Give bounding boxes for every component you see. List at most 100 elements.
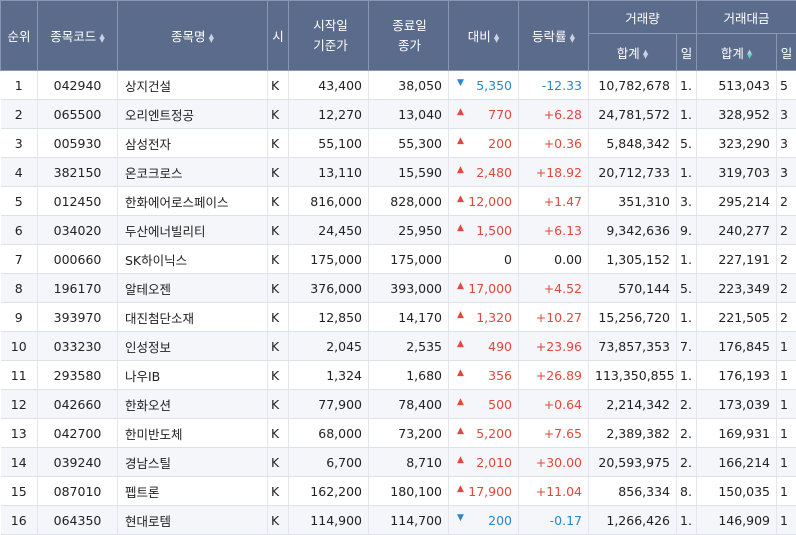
- code-cell-value: 087010: [54, 484, 102, 499]
- name-cell-value: 한미반도체: [125, 427, 183, 442]
- volume-cell: 856,334: [589, 477, 677, 506]
- volume-sub-cell: 1.: [677, 158, 697, 187]
- name-cell-value: SK하이닉스: [125, 253, 187, 268]
- change-cell-value: 1,500: [476, 223, 512, 238]
- volume-cell: 24,781,572: [589, 100, 677, 129]
- amount-cell-value: 295,214: [718, 194, 770, 209]
- header-change-label: 대비: [468, 29, 491, 44]
- header-market[interactable]: 시: [268, 1, 289, 71]
- start-price-cell-value: 12,850: [318, 310, 362, 325]
- table-row[interactable]: 1042940상지건설K43,40038,050▼5,350-12.3310,7…: [1, 71, 796, 100]
- header-code[interactable]: 종목코드▲▼: [38, 1, 118, 71]
- amount-cell: 295,214: [697, 187, 777, 216]
- volume-sub-cell: 8.: [677, 477, 697, 506]
- code-cell-value: 039240: [54, 455, 102, 470]
- table-row[interactable]: 3005930삼성전자K55,10055,300▲200+0.365,848,3…: [1, 129, 796, 158]
- table-row[interactable]: 2065500오리엔트정공K12,27013,040▲770+6.2824,78…: [1, 100, 796, 129]
- table-row[interactable]: 12042660한화오션K77,90078,400▲500+0.642,214,…: [1, 390, 796, 419]
- market-cell-value: K: [271, 484, 279, 499]
- sort-icon[interactable]: ▲▼: [99, 34, 104, 42]
- amount-sub-cell: 5: [777, 71, 796, 100]
- volume-sub-cell-value: 1.: [680, 368, 692, 383]
- header-rank[interactable]: 순위: [1, 1, 38, 71]
- rank-cell-value: 3: [15, 136, 23, 151]
- sort-icon[interactable]: ▲▼: [747, 50, 752, 58]
- table-row[interactable]: 13042700한미반도체K68,00073,200▲5,200+7.652,3…: [1, 419, 796, 448]
- header-rate-label: 등락률: [532, 29, 567, 44]
- header-amount-sub[interactable]: 일: [777, 34, 796, 71]
- header-start-price-label: 시작일 기준가: [289, 16, 368, 56]
- change-cell-value: 500: [488, 397, 512, 412]
- end-price-cell-value: 38,050: [398, 78, 442, 93]
- volume-cell: 2,389,382: [589, 419, 677, 448]
- market-cell-value: K: [271, 513, 279, 528]
- header-change[interactable]: 대비▲▼: [449, 1, 519, 71]
- sort-icon[interactable]: ▲▼: [643, 50, 648, 58]
- table-row[interactable]: 9393970대진첨단소재K12,85014,170▲1,320+10.2715…: [1, 303, 796, 332]
- amount-cell-value: 176,845: [718, 339, 770, 354]
- amount-sub-cell: 1: [777, 477, 796, 506]
- amount-cell-value: 146,909: [718, 513, 770, 528]
- rank-cell: 16: [1, 506, 38, 535]
- rank-cell-value: 12: [11, 397, 27, 412]
- table-row[interactable]: 8196170알테오젠K376,000393,000▲17,000+4.5257…: [1, 274, 796, 303]
- header-start-price[interactable]: 시작일 기준가: [289, 1, 369, 71]
- header-name[interactable]: 종목명▲▼: [118, 1, 268, 71]
- code-cell: 293580: [38, 361, 118, 390]
- sort-icon[interactable]: ▲▼: [209, 34, 214, 42]
- rate-cell: +23.96: [519, 332, 589, 361]
- table-row[interactable]: 15087010펩트론K162,200180,100▲17,900+11.048…: [1, 477, 796, 506]
- header-amount-total[interactable]: 합계▲▼: [697, 34, 777, 71]
- up-arrow-icon: ▲: [457, 455, 464, 465]
- volume-sub-cell: 2.: [677, 390, 697, 419]
- table-row[interactable]: 16064350현대로템K114,900114,700▼200-0.171,26…: [1, 506, 796, 535]
- end-price-cell: 114,700: [369, 506, 449, 535]
- table-row[interactable]: 6034020두산에너빌리티K24,45025,950▲1,500+6.139,…: [1, 216, 796, 245]
- amount-sub-cell: 1: [777, 506, 796, 535]
- stock-ranking-table: 순위 종목코드▲▼ 종목명▲▼ 시 시작일 기준가 종료일 종가 대비▲▼ 등락…: [0, 0, 796, 535]
- up-arrow-icon: ▲: [457, 339, 464, 349]
- name-cell: 오리엔트정공: [118, 100, 268, 129]
- table-row[interactable]: 11293580나우IBK1,3241,680▲356+26.89113,350…: [1, 361, 796, 390]
- code-cell: 012450: [38, 187, 118, 216]
- rate-cell-value: +7.65: [544, 426, 582, 441]
- code-cell-value: 000660: [54, 252, 102, 267]
- amount-cell: 227,191: [697, 245, 777, 274]
- header-volume-label: 거래량: [625, 11, 660, 26]
- name-cell-value: 알테오젠: [125, 282, 171, 297]
- end-price-cell-value: 180,100: [390, 484, 442, 499]
- table-row[interactable]: 5012450한화에어로스페이스K816,000828,000▲12,000+1…: [1, 187, 796, 216]
- amount-cell-value: 328,952: [718, 107, 770, 122]
- amount-sub-cell-value: 1: [780, 397, 788, 412]
- volume-cell: 2,214,342: [589, 390, 677, 419]
- rank-cell: 8: [1, 274, 38, 303]
- change-cell-value: 490: [488, 339, 512, 354]
- table-row[interactable]: 10033230인성정보K2,0452,535▲490+23.9673,857,…: [1, 332, 796, 361]
- volume-sub-cell-value: 1.: [680, 252, 692, 267]
- header-volume-total[interactable]: 합계▲▼: [589, 34, 677, 71]
- market-cell: K: [268, 274, 289, 303]
- market-cell-value: K: [271, 252, 279, 267]
- end-price-cell-value: 78,400: [398, 397, 442, 412]
- header-amount-sub-label: 일: [781, 46, 793, 61]
- rank-cell: 6: [1, 216, 38, 245]
- sort-icon[interactable]: ▲▼: [494, 34, 499, 42]
- volume-sub-cell-value: 9.: [680, 223, 692, 238]
- rank-cell: 9: [1, 303, 38, 332]
- start-price-cell-value: 6,700: [326, 455, 362, 470]
- table-row[interactable]: 7000660SK하이닉스K175,000175,00000.001,305,1…: [1, 245, 796, 274]
- market-cell-value: K: [271, 455, 279, 470]
- rank-cell-value: 1: [15, 78, 23, 93]
- table-row[interactable]: 14039240경남스틸K6,7008,710▲2,010+30.0020,59…: [1, 448, 796, 477]
- header-volume-sub[interactable]: 일: [677, 34, 697, 71]
- volume-cell-value: 5,848,342: [606, 136, 670, 151]
- header-end-price[interactable]: 종료일 종가: [369, 1, 449, 71]
- start-price-cell-value: 376,000: [310, 281, 362, 296]
- start-price-cell-value: 162,200: [310, 484, 362, 499]
- rank-cell-value: 6: [15, 223, 23, 238]
- end-price-cell-value: 13,040: [398, 107, 442, 122]
- header-rate[interactable]: 등락률▲▼: [519, 1, 589, 71]
- table-row[interactable]: 4382150온코크로스K13,11015,590▲2,480+18.9220,…: [1, 158, 796, 187]
- volume-cell: 1,266,426: [589, 506, 677, 535]
- sort-icon[interactable]: ▲▼: [570, 34, 575, 42]
